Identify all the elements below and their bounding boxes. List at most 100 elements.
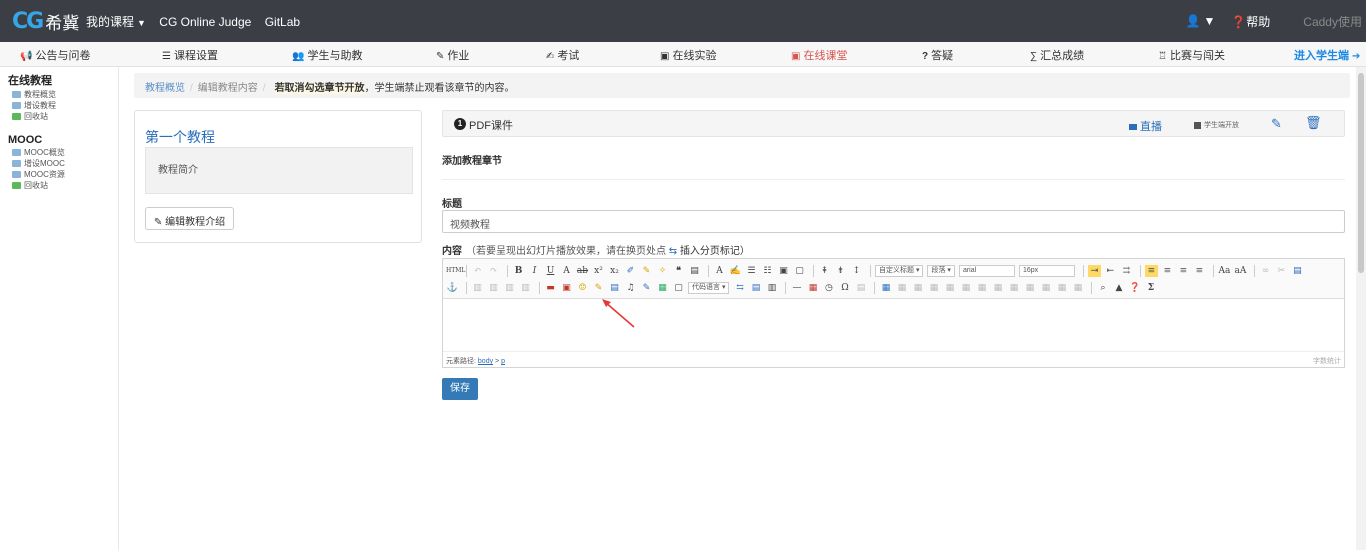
split-cols-icon[interactable]: ▦	[1071, 282, 1084, 294]
print-preview-icon[interactable]: ⌕	[1096, 282, 1109, 294]
menu-student-view[interactable]: 进入学生端 ➔	[1294, 47, 1363, 63]
attachment-icon[interactable]: ✎	[640, 282, 653, 294]
anchor-icon[interactable]: ⚓	[446, 282, 459, 294]
unordered-list-icon[interactable]: ☷	[761, 265, 774, 277]
image-none-icon[interactable]: ▥	[471, 282, 484, 294]
title-input[interactable]: 视频教程	[442, 210, 1345, 233]
live-button[interactable]: 直播	[1129, 118, 1162, 134]
editor-body[interactable]	[443, 300, 1344, 352]
sidebar-item-mooc-recycle[interactable]: 回收站	[8, 180, 118, 191]
merge-down-icon[interactable]: ▦	[1023, 282, 1036, 294]
menu-qa[interactable]: ? 答疑	[922, 47, 953, 63]
select-all-icon[interactable]: ▣	[777, 265, 790, 277]
scrollbar-thumb[interactable]	[1358, 73, 1364, 273]
image-right-icon[interactable]: ▥	[503, 282, 516, 294]
simple-upload-icon[interactable]: ▬	[544, 282, 557, 294]
unlink-icon[interactable]: ✂	[1275, 265, 1288, 277]
path-body-link[interactable]: body	[478, 358, 493, 365]
bold-icon[interactable]: B	[512, 265, 525, 277]
lowercase-icon[interactable]: aA	[1234, 265, 1247, 277]
map-icon[interactable]: ▦	[656, 282, 669, 294]
delete-table-icon[interactable]: ▦	[895, 282, 908, 294]
help-link[interactable]: ❓帮助	[1231, 13, 1270, 30]
row-spacing-top-icon[interactable]: ⇞	[818, 265, 831, 277]
sidebar-item-recycle[interactable]: 回收站	[8, 111, 118, 122]
align-center-icon[interactable]: ≡	[1161, 265, 1174, 277]
menu-students[interactable]: 👥 学生与助教	[292, 47, 362, 63]
align-left-icon[interactable]: ≡	[1144, 265, 1158, 277]
sidebar-item-mooc-overview[interactable]: MOOC概览	[8, 147, 118, 158]
auto-typeset-icon[interactable]: ✧	[656, 265, 669, 277]
font-family-select[interactable]: arial	[958, 265, 1015, 277]
delete-row-icon[interactable]: ▦	[943, 282, 956, 294]
image-center-icon[interactable]: ▥	[519, 282, 532, 294]
merge-cells-icon[interactable]: ▦	[991, 282, 1004, 294]
superscript-icon[interactable]: x²	[592, 265, 605, 277]
blockquote-icon[interactable]: ❝	[672, 265, 685, 277]
page-break-button-icon[interactable]: ⇆	[733, 282, 746, 294]
subscript-icon[interactable]: x₂	[608, 265, 621, 277]
paragraph-select[interactable]: 段落 ▾	[927, 265, 955, 277]
direction-ltr-icon[interactable]: ⇥	[1087, 265, 1101, 277]
trash-icon[interactable]: 🗑	[1305, 115, 1322, 131]
section-title[interactable]: PDF课件	[469, 117, 513, 133]
align-justify-icon[interactable]: ≡	[1193, 265, 1206, 277]
split-cells-icon[interactable]: ▦	[1039, 282, 1052, 294]
date-icon[interactable]: ▦	[806, 282, 819, 294]
formula-icon[interactable]: Σ	[1144, 282, 1157, 294]
insert-frame-icon[interactable]: ▢	[672, 282, 685, 294]
scrawl-icon[interactable]: ✎	[592, 282, 605, 294]
row-spacing-bottom-icon[interactable]: ⇟	[834, 265, 847, 277]
insert-image-icon[interactable]: ▣	[560, 282, 573, 294]
ordered-list-icon[interactable]: ☰	[745, 265, 758, 277]
direction-rtl-icon[interactable]: ⇤	[1104, 265, 1117, 277]
menu-contests[interactable]: ♖ 比赛与闯关	[1158, 47, 1225, 63]
insert-row-icon[interactable]: ▦	[927, 282, 940, 294]
insert-video-icon[interactable]: ▤	[608, 282, 621, 294]
menu-grades[interactable]: ∑ 汇总成绩	[1030, 47, 1084, 63]
anchor-link-icon[interactable]: ▤	[1291, 265, 1304, 277]
insert-paragraph-before-table-icon[interactable]: ▦	[911, 282, 924, 294]
save-button[interactable]: 保存	[442, 378, 478, 400]
student-open-checkbox[interactable]: 学生端开放	[1194, 120, 1239, 130]
paste-plain-icon[interactable]: ▤	[688, 265, 701, 277]
word-image-icon[interactable]: ▤	[854, 282, 867, 294]
template-icon[interactable]: ▤	[749, 282, 762, 294]
delete-col-icon[interactable]: ▦	[975, 282, 988, 294]
menu-exams[interactable]: ✍ 考试	[546, 47, 579, 63]
undo-icon[interactable]: ↶	[471, 265, 484, 277]
sidebar-item-tutorial-overview[interactable]: 教程概览	[8, 89, 118, 100]
underline-icon[interactable]: U	[544, 265, 557, 277]
split-rows-icon[interactable]: ▦	[1055, 282, 1068, 294]
search-replace-icon[interactable]: ▲	[1112, 282, 1125, 294]
menu-announcements[interactable]: 📢 公告与问卷	[20, 47, 90, 63]
strikethrough-icon[interactable]: ab	[576, 265, 589, 277]
breadcrumb-overview[interactable]: 教程概览	[145, 83, 185, 94]
emotion-icon[interactable]: ☺	[576, 282, 589, 294]
merge-right-icon[interactable]: ▦	[1007, 282, 1020, 294]
music-icon[interactable]: ♫	[624, 282, 637, 294]
clear-doc-icon[interactable]: ▢	[793, 265, 806, 277]
edit-intro-button[interactable]: ✎ 编辑教程介绍	[145, 207, 235, 230]
page-scrollbar[interactable]	[1356, 67, 1366, 550]
username[interactable]: Caddy使用	[1303, 13, 1362, 30]
highlight-icon[interactable]: ✍	[729, 265, 742, 277]
help-icon[interactable]: ❓	[1128, 282, 1141, 294]
oj-link[interactable]: CG Online Judge	[159, 15, 251, 29]
menu-course-settings[interactable]: ☰ 课程设置	[162, 47, 218, 63]
path-p-link[interactable]: p	[501, 358, 505, 365]
font-border-icon[interactable]: A	[560, 265, 573, 277]
menu-online-class[interactable]: ▣ 在线课堂	[791, 47, 847, 63]
line-height-icon[interactable]: ↕	[850, 265, 863, 277]
insert-table-icon[interactable]: ▦	[879, 282, 892, 294]
font-size-select[interactable]: 16px	[1018, 265, 1075, 277]
menu-homework[interactable]: ✎ 作业	[436, 47, 469, 63]
time-icon[interactable]: ◷	[822, 282, 835, 294]
heading-select[interactable]: 自定义标题 ▾	[875, 265, 924, 277]
sidebar-item-mooc-resources[interactable]: MOOC资源	[8, 169, 118, 180]
font-color-icon[interactable]: A	[713, 265, 726, 277]
link-icon[interactable]: ∞	[1259, 265, 1272, 277]
uppercase-icon[interactable]: Aa	[1218, 265, 1231, 277]
menu-online-lab[interactable]: ▣ 在线实验	[660, 47, 716, 63]
redo-icon[interactable]: ↷	[487, 265, 500, 277]
